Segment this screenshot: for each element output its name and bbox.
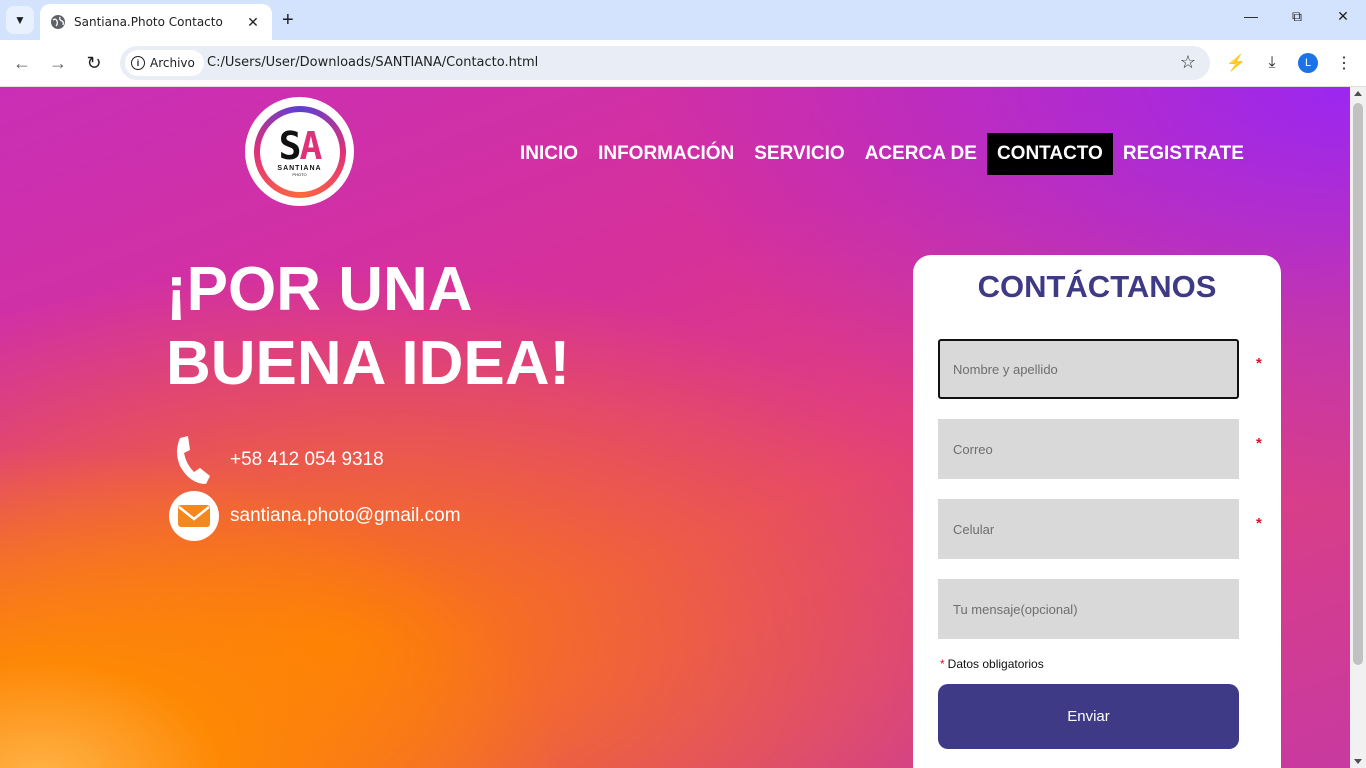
name-required-mark: *	[1256, 355, 1262, 372]
back-icon[interactable]: ←	[11, 52, 33, 74]
hero-title-line2: BUENA IDEA!	[166, 329, 571, 398]
close-tab-icon[interactable]: ✕	[244, 14, 262, 31]
globe-icon	[51, 15, 65, 29]
performance-icon[interactable]: ⚡	[1225, 52, 1247, 74]
email-address: santiana.photo@gmail.com	[230, 505, 461, 526]
site-logo[interactable]: SA SANTIANA PHOTO	[245, 97, 354, 206]
scroll-down-arrow-icon[interactable]	[1354, 759, 1362, 764]
required-note-text: Datos obligatorios	[947, 657, 1044, 671]
new-tab-button[interactable]: +	[282, 9, 294, 32]
name-field[interactable]	[938, 339, 1239, 399]
logo-name: SANTIANA	[277, 164, 322, 172]
phone-row: +58 412 054 9318	[168, 434, 384, 486]
submit-button[interactable]: Enviar	[938, 684, 1239, 749]
browser-tab[interactable]: Santiana.Photo Contacto ✕	[40, 4, 272, 40]
scroll-thumb[interactable]	[1353, 103, 1363, 665]
tab-title: Santiana.Photo Contacto	[74, 15, 223, 29]
main-nav: INICIO INFORMACIÓN SERVICIO ACERCA DE CO…	[510, 133, 1254, 175]
chevron-down-icon: ▼	[14, 13, 26, 27]
required-note-mark: *	[940, 657, 945, 671]
name-input[interactable]	[953, 361, 1237, 377]
url-text[interactable]: C:/Users/User/Downloads/SANTIANA/Contact…	[207, 55, 538, 70]
page-scrollbar[interactable]	[1350, 87, 1366, 768]
reload-icon[interactable]: ↻	[83, 52, 105, 74]
scroll-up-arrow-icon[interactable]	[1354, 91, 1362, 96]
message-field[interactable]	[938, 579, 1239, 639]
phone-required-mark: *	[1256, 515, 1262, 532]
restore-icon[interactable]: ⧉	[1285, 8, 1309, 25]
phone-number: +58 412 054 9318	[230, 449, 384, 470]
browser-toolbar: ← → ↻ i Archivo C:/Users/User/Downloads/…	[0, 40, 1366, 87]
nav-item-acerca-de[interactable]: ACERCA DE	[855, 133, 987, 175]
hero-title: ¡POR UNA BUENA IDEA!	[166, 253, 686, 401]
message-input[interactable]	[953, 601, 1239, 617]
profile-avatar[interactable]: L	[1298, 53, 1318, 73]
required-note: * Datos obligatorios	[940, 657, 1044, 671]
nav-item-inicio[interactable]: INICIO	[510, 133, 588, 175]
site-info-chip[interactable]: i Archivo	[125, 50, 204, 76]
form-title: CONTÁCTANOS	[977, 269, 1217, 304]
phone-icon	[168, 434, 220, 486]
forward-icon[interactable]: →	[47, 52, 69, 74]
phone-field[interactable]	[938, 499, 1239, 559]
address-bar[interactable]: i Archivo C:/Users/User/Downloads/SANTIA…	[120, 46, 1210, 80]
contact-form-card: CONTÁCTANOS * * * *Datos obligatorios En…	[913, 255, 1281, 768]
nav-item-informacion[interactable]: INFORMACIÓN	[588, 133, 744, 175]
email-input[interactable]	[953, 441, 1239, 457]
email-required-mark: *	[1256, 435, 1262, 452]
logo-sub: PHOTO	[292, 171, 307, 177]
hero-title-line1: ¡POR UNA	[166, 255, 473, 324]
nav-item-registrate[interactable]: REGISTRATE	[1113, 133, 1254, 175]
mail-icon	[168, 490, 220, 542]
tab-search-button[interactable]: ▼	[6, 6, 34, 34]
site-info-label: Archivo	[150, 56, 195, 70]
email-field[interactable]	[938, 419, 1239, 479]
nav-item-servicio[interactable]: SERVICIO	[744, 133, 854, 175]
minimize-icon[interactable]: —	[1239, 8, 1263, 24]
menu-kebab-icon[interactable]: ⋮	[1333, 52, 1355, 74]
email-row: santiana.photo@gmail.com	[168, 490, 461, 542]
bookmark-star-icon[interactable]: ☆	[1180, 52, 1196, 73]
info-icon: i	[131, 56, 145, 70]
phone-input[interactable]	[953, 521, 1239, 537]
page-viewport: SA SANTIANA PHOTO INICIO INFORMACIÓN SER…	[0, 87, 1350, 768]
download-icon[interactable]: ⤓	[1261, 52, 1283, 74]
browser-tab-bar: ▼ Santiana.Photo Contacto ✕ + — ⧉ ✕	[0, 0, 1366, 40]
window-close-icon[interactable]: ✕	[1331, 8, 1355, 25]
logo-monogram: SA	[278, 123, 323, 168]
nav-item-contacto[interactable]: CONTACTO	[986, 133, 1113, 175]
